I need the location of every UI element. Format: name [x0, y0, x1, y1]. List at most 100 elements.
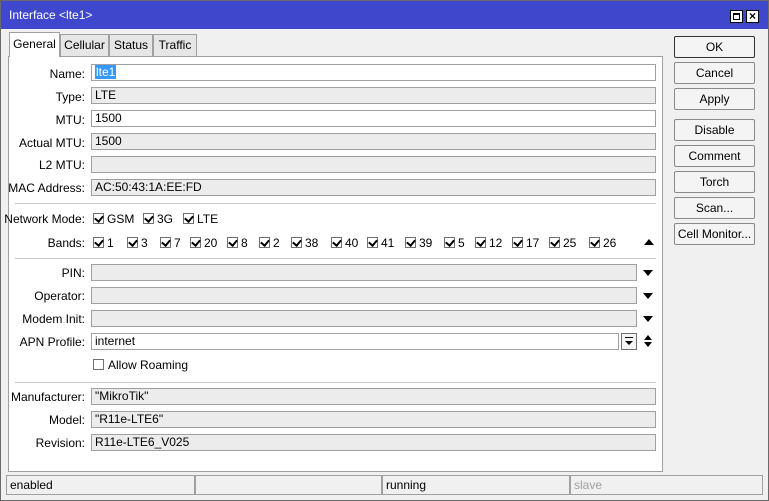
- actual-mtu-label: Actual MTU:: [18, 136, 85, 150]
- band-checkbox[interactable]: [512, 237, 523, 248]
- band-label: 39: [419, 236, 433, 250]
- actual-mtu-field: 1500: [91, 133, 656, 150]
- model-field: "R11e-LTE6": [91, 411, 656, 428]
- band-checkbox[interactable]: [93, 237, 104, 248]
- l2-mtu-label: L2 MTU:: [38, 158, 85, 172]
- band-checkbox[interactable]: [475, 237, 486, 248]
- revision-field: R11e-LTE6_V025: [91, 434, 656, 451]
- apn-dropdown-button[interactable]: [621, 333, 637, 350]
- name-field[interactable]: lte1: [91, 64, 656, 81]
- collapse-icon[interactable]: [644, 239, 654, 245]
- title-bar[interactable]: Interface <lte1> ×: [1, 1, 768, 29]
- tab-general[interactable]: General: [9, 32, 60, 57]
- tab-cellular[interactable]: Cellular: [60, 34, 109, 57]
- apply-button[interactable]: Apply: [674, 88, 755, 110]
- band-checkbox[interactable]: [589, 237, 600, 248]
- type-label: Type:: [55, 90, 85, 104]
- status-empty: [195, 475, 382, 495]
- separator: [15, 382, 656, 383]
- disable-button[interactable]: Disable: [674, 119, 755, 141]
- chevron-down-icon[interactable]: [643, 316, 653, 322]
- band-label: 41: [381, 236, 395, 250]
- name-value: lte1: [95, 65, 117, 79]
- model-label: Model:: [48, 413, 85, 427]
- band-checkbox[interactable]: [190, 237, 201, 248]
- band-label: 20: [204, 236, 218, 250]
- pin-label: PIN:: [61, 266, 85, 280]
- band-checkbox[interactable]: [127, 237, 138, 248]
- 3g-label: 3G: [157, 212, 174, 226]
- separator: [15, 203, 656, 204]
- manufacturer-field: "MikroTik": [91, 388, 656, 405]
- chevron-down-icon: [625, 341, 633, 345]
- modem-init-label: Modem Init:: [22, 312, 85, 326]
- mtu-label: MTU:: [55, 113, 85, 127]
- mtu-field[interactable]: 1500: [91, 110, 656, 127]
- mac-field: AC:50:43:1A:EE:FD: [91, 179, 656, 196]
- window-title: Interface <lte1>: [9, 8, 93, 22]
- dropdown-line-icon: [625, 337, 633, 338]
- band-label: 8: [241, 236, 248, 250]
- band-checkbox[interactable]: [291, 237, 302, 248]
- band-label: 17: [526, 236, 540, 250]
- name-label: Name:: [49, 67, 85, 81]
- band-checkbox[interactable]: [331, 237, 342, 248]
- down-icon[interactable]: [644, 342, 652, 347]
- band-label: 2: [273, 236, 280, 250]
- band-label: 25: [563, 236, 577, 250]
- separator: [15, 258, 656, 259]
- band-checkbox[interactable]: [444, 237, 455, 248]
- l2-mtu-field: [91, 156, 656, 173]
- manufacturer-label: Manufacturer:: [10, 390, 85, 404]
- operator-label: Operator:: [34, 289, 85, 303]
- 3g-checkbox[interactable]: [143, 213, 154, 224]
- band-label: 26: [603, 236, 617, 250]
- band-checkbox[interactable]: [367, 237, 378, 248]
- status-enabled: enabled: [6, 475, 195, 495]
- allow-roaming-checkbox[interactable]: [93, 359, 104, 370]
- band-checkbox[interactable]: [549, 237, 560, 248]
- bands-label: Bands:: [47, 236, 85, 250]
- operator-field[interactable]: [91, 287, 637, 304]
- gsm-checkbox[interactable]: [93, 213, 104, 224]
- scan-button[interactable]: Scan...: [674, 197, 755, 219]
- modem-init-field[interactable]: [91, 310, 637, 327]
- type-field: LTE: [91, 87, 656, 104]
- network-mode-label: Network Mode:: [4, 212, 85, 226]
- cell-monitor-button[interactable]: Cell Monitor...: [674, 223, 755, 245]
- mac-label: MAC Address:: [8, 181, 85, 195]
- band-label: 40: [345, 236, 359, 250]
- band-label: 7: [174, 236, 181, 250]
- apn-field[interactable]: internet: [91, 333, 619, 350]
- tab-status[interactable]: Status: [109, 34, 153, 57]
- interface-dialog: Interface <lte1> × General Cellular Stat…: [0, 0, 769, 501]
- lte-checkbox[interactable]: [183, 213, 194, 224]
- gsm-label: GSM: [107, 212, 135, 226]
- pin-field[interactable]: [91, 264, 637, 281]
- band-label: 5: [458, 236, 465, 250]
- band-checkbox[interactable]: [405, 237, 416, 248]
- band-checkbox[interactable]: [259, 237, 270, 248]
- band-label: 3: [141, 236, 148, 250]
- lte-label: LTE: [197, 212, 219, 226]
- cancel-button[interactable]: Cancel: [674, 62, 755, 84]
- close-icon[interactable]: ×: [746, 9, 759, 23]
- maximize-icon[interactable]: [730, 10, 743, 23]
- chevron-down-icon[interactable]: [643, 270, 653, 276]
- up-icon[interactable]: [644, 335, 652, 340]
- apn-label: APN Profile:: [19, 335, 85, 349]
- revision-label: Revision:: [35, 436, 85, 450]
- band-checkbox[interactable]: [160, 237, 171, 248]
- status-slave: slave: [570, 475, 763, 495]
- tab-traffic[interactable]: Traffic: [153, 34, 197, 57]
- ok-button[interactable]: OK: [674, 36, 755, 58]
- band-label: 12: [489, 236, 503, 250]
- torch-button[interactable]: Torch: [674, 171, 755, 193]
- band-label: 1: [107, 236, 114, 250]
- comment-button[interactable]: Comment: [674, 145, 755, 167]
- band-label: 38: [305, 236, 319, 250]
- band-checkbox[interactable]: [227, 237, 238, 248]
- chevron-down-icon[interactable]: [643, 293, 653, 299]
- status-running: running: [382, 475, 570, 495]
- allow-roaming-label: Allow Roaming: [108, 358, 189, 372]
